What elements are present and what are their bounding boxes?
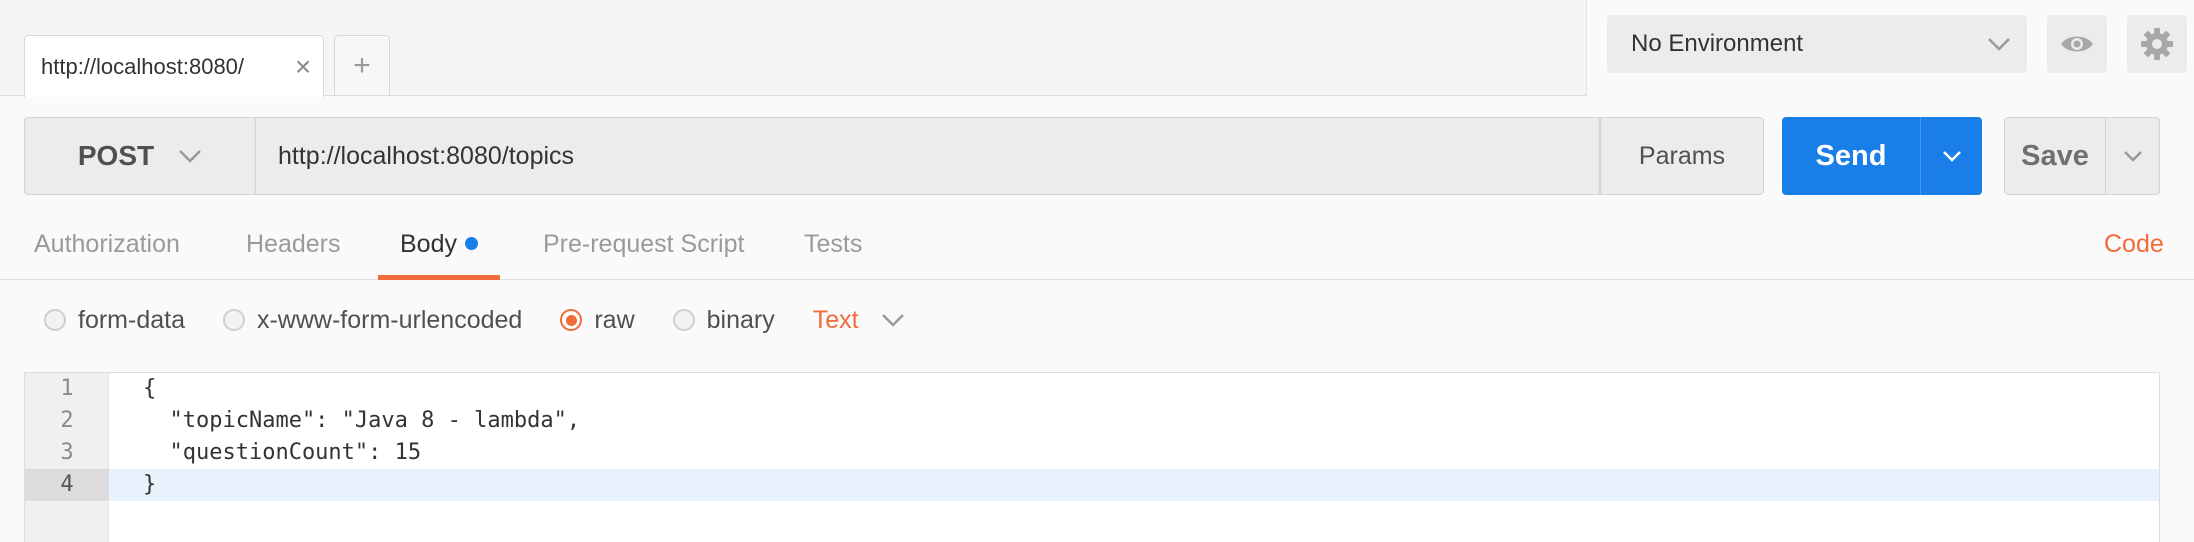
tab-authorization[interactable]: Authorization xyxy=(12,212,202,280)
send-options-button[interactable] xyxy=(1920,117,1982,195)
tab-tests[interactable]: Tests xyxy=(782,212,884,280)
chevron-down-icon xyxy=(179,150,201,163)
tab-pre-request-script[interactable]: Pre-request Script xyxy=(521,212,766,280)
environment-area: No Environment xyxy=(1586,0,2194,96)
close-tab-icon[interactable]: × xyxy=(283,52,323,81)
radio-label: raw xyxy=(594,305,635,334)
params-button[interactable]: Params xyxy=(1600,117,1764,195)
tab-headers[interactable]: Headers xyxy=(224,212,363,280)
body-modified-indicator xyxy=(464,237,478,250)
environment-quick-look-button[interactable] xyxy=(2047,15,2107,73)
code-line-current: 4 } xyxy=(25,469,2159,501)
send-button-group: Send xyxy=(1782,117,1982,195)
request-tab[interactable]: http://localhost:8080/ × xyxy=(24,35,324,97)
save-button[interactable]: Save xyxy=(2005,118,2105,194)
body-type-raw[interactable]: raw xyxy=(560,305,635,335)
gear-icon xyxy=(2141,28,2173,60)
request-tab-label: http://localhost:8080/ xyxy=(41,53,245,79)
radio-label: x-www-form-urlencoded xyxy=(256,305,523,334)
code-line: 1 { xyxy=(25,373,2159,405)
method-label: POST xyxy=(77,140,155,171)
tab-label: Headers xyxy=(246,230,341,258)
request-url-bar: POST http://localhost:8080/topics Params xyxy=(24,117,1764,195)
chevron-down-icon xyxy=(1971,37,2027,51)
body-type-form-data[interactable]: form-data xyxy=(44,306,185,335)
tab-label: Body xyxy=(400,230,457,258)
generate-code-link[interactable]: Code xyxy=(2104,230,2164,259)
body-type-urlencoded[interactable]: x-www-form-urlencoded xyxy=(222,305,523,335)
raw-format-select[interactable]: Text xyxy=(813,306,905,335)
raw-format-label: Text xyxy=(812,305,859,334)
code-line: 2 "topicName": "Java 8 - lambda", xyxy=(25,405,2159,437)
radio-button[interactable] xyxy=(222,309,245,331)
new-tab-button[interactable]: + xyxy=(334,35,390,95)
code-line: 3 "questionCount": 15 xyxy=(25,437,2159,469)
tab-label: Pre-request Script xyxy=(543,230,745,258)
code-text: "questionCount": 15 xyxy=(143,440,422,465)
radio-button[interactable] xyxy=(44,309,66,331)
environment-label: No Environment xyxy=(1631,30,1804,57)
method-select[interactable]: POST xyxy=(24,117,256,195)
tab-label: Authorization xyxy=(34,230,180,258)
radio-label: form-data xyxy=(78,305,185,334)
radio-button[interactable] xyxy=(560,309,583,331)
body-type-options: form-data x-www-form-urlencoded raw bina… xyxy=(44,300,905,340)
tab-label: Tests xyxy=(804,230,863,258)
eye-icon xyxy=(2061,36,2093,52)
chevron-down-icon xyxy=(1942,151,1961,162)
radio-button[interactable] xyxy=(672,309,695,331)
body-code-editor[interactable]: 1 { 2 "topicName": "Java 8 - lambda", 3 … xyxy=(24,372,2160,542)
line-number: 2 xyxy=(60,408,74,433)
code-text: "topicName": "Java 8 - lambda", xyxy=(143,408,581,433)
settings-button[interactable] xyxy=(2127,15,2187,73)
tab-body[interactable]: Body xyxy=(378,212,500,280)
request-subtabs: Authorization Headers Body Pre-request S… xyxy=(0,212,2194,280)
tab-bar: http://localhost:8080/ × + No Environmen… xyxy=(0,0,2194,97)
line-number: 3 xyxy=(60,440,74,465)
send-button[interactable]: Send xyxy=(1782,117,1920,195)
environment-select[interactable]: No Environment xyxy=(1607,15,2027,73)
save-button-group: Save xyxy=(2004,117,2160,195)
body-type-binary[interactable]: binary xyxy=(672,305,775,335)
line-number: 4 xyxy=(25,469,109,501)
radio-label: binary xyxy=(706,305,775,334)
code-text: { xyxy=(143,376,157,401)
url-input[interactable]: http://localhost:8080/topics xyxy=(256,117,1600,195)
save-options-button[interactable] xyxy=(2105,118,2159,194)
code-text: } xyxy=(143,472,157,497)
line-number: 1 xyxy=(60,376,74,401)
chevron-down-icon xyxy=(881,313,905,327)
chevron-down-icon xyxy=(2123,151,2142,162)
